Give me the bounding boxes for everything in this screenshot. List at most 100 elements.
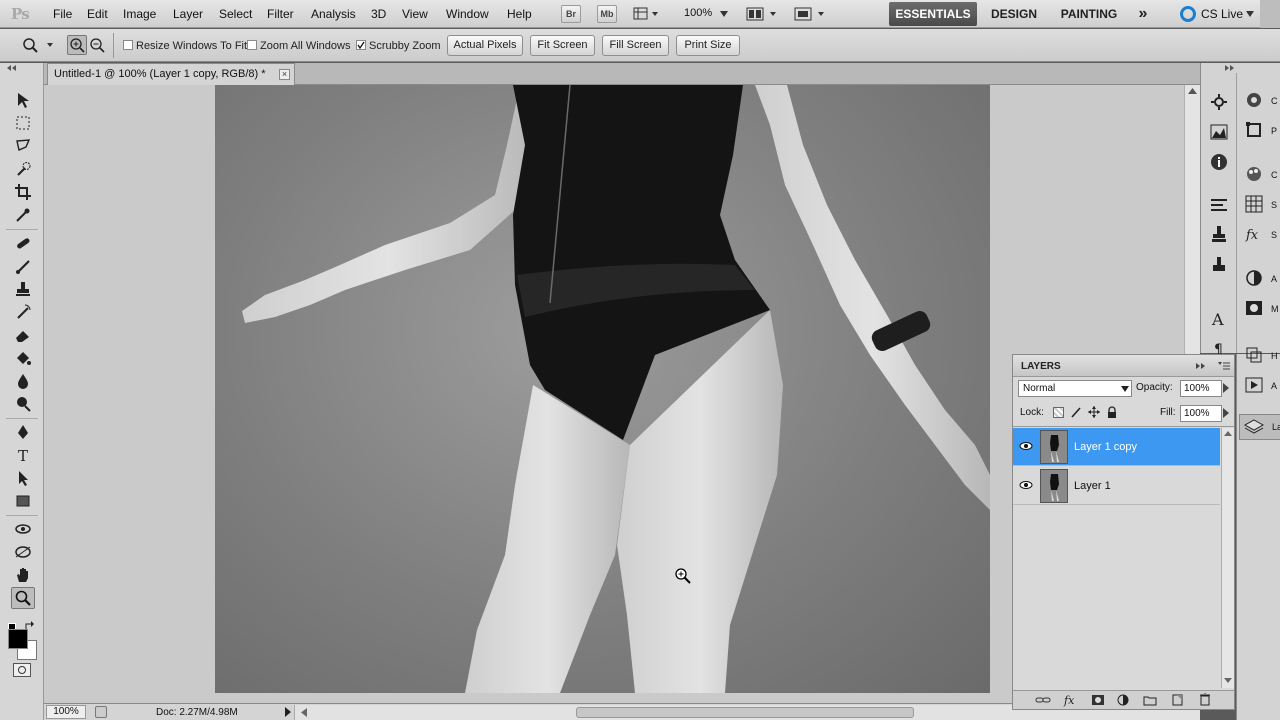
healing-brush-tool-icon[interactable] [11,232,35,254]
navigator-icon[interactable] [1245,121,1263,139]
layers-dock-button[interactable]: La [1239,414,1280,440]
bridge-button[interactable]: Br [561,5,581,23]
menu-file[interactable]: File [53,7,72,21]
adjustment-layer-icon[interactable] [1117,694,1129,706]
pen-tool-icon[interactable] [11,421,35,443]
clone-source-icon[interactable] [1210,225,1228,243]
workspace-painting-button[interactable]: PAINTING [1052,2,1126,26]
status-info-icon[interactable] [95,706,107,718]
document-tab[interactable]: Untitled-1 @ 100% (Layer 1 copy, RGB/8) … [47,63,295,85]
menu-3d[interactable]: 3D [371,7,386,21]
tool-presets-icon[interactable] [1210,255,1228,273]
styles-icon[interactable] [1245,195,1263,213]
fill-screen-button[interactable]: Fill Screen [602,35,669,56]
move-tool-icon[interactable] [11,89,35,111]
info-icon[interactable] [1210,153,1228,171]
lock-all-icon[interactable] [1107,406,1117,418]
zoom-tool-preset-icon[interactable] [20,36,56,54]
zoom-level-dropdown[interactable]: 100% [684,7,712,19]
layer-row-layer-1-copy[interactable]: Layer 1 copy [1013,428,1220,466]
lock-transparency-icon[interactable] [1053,407,1064,418]
new-group-icon[interactable] [1143,694,1157,706]
3d-rotate-tool-icon[interactable] [11,518,35,540]
resize-windows-checkbox[interactable] [123,40,133,50]
lasso-tool-icon[interactable] [11,135,35,157]
eye-icon[interactable] [1019,439,1033,453]
delete-layer-icon[interactable] [1199,693,1211,706]
lock-position-icon[interactable] [1088,406,1100,418]
brush-presets-icon[interactable] [1210,195,1228,213]
3d-orbit-tool-icon[interactable] [11,541,35,563]
path-selection-tool-icon[interactable] [11,467,35,489]
layers-scrollbar[interactable] [1221,428,1234,688]
fit-screen-button[interactable]: Fit Screen [530,35,595,56]
quick-selection-tool-icon[interactable] [11,158,35,180]
paint-bucket-tool-icon[interactable] [11,347,35,369]
menu-view[interactable]: View [402,7,428,21]
canvas-image[interactable] [215,85,990,693]
chevron-down-icon[interactable] [719,10,729,18]
cs-live-button[interactable]: CS Live [1201,7,1243,21]
print-size-button[interactable]: Print Size [676,35,740,56]
fill-arrow-icon[interactable] [1223,408,1229,418]
hand-tool-icon[interactable] [11,564,35,586]
menu-edit[interactable]: Edit [87,7,108,21]
eraser-tool-icon[interactable] [11,324,35,346]
brush-tool-icon[interactable] [11,255,35,277]
rectangle-tool-icon[interactable] [11,490,35,512]
zoom-all-windows-checkbox[interactable] [247,40,257,50]
histogram-icon[interactable] [1210,123,1228,141]
zoom-out-icon[interactable] [88,36,106,54]
eyedropper-tool-icon[interactable] [11,204,35,226]
status-menu-arrow-icon[interactable] [284,706,292,718]
link-layers-icon[interactable] [1035,695,1051,705]
view-extras-icon[interactable] [633,6,661,22]
layer-row-layer-1[interactable]: Layer 1 [1013,467,1220,505]
menu-layer[interactable]: Layer [173,7,203,21]
more-workspaces-button[interactable]: » [1130,2,1156,26]
blend-mode-dropdown[interactable]: Normal [1018,380,1132,397]
crop-tool-icon[interactable] [11,181,35,203]
masks-icon[interactable] [1245,299,1263,317]
zoom-in-icon[interactable] [67,35,87,55]
arrange-documents-icon[interactable] [746,6,780,22]
cs-live-chevron-icon[interactable] [1245,10,1255,18]
close-icon[interactable]: × [279,69,290,80]
type-tool-icon[interactable]: T [11,444,35,466]
fx-styles-icon[interactable]: fx [1245,225,1263,243]
history-icon[interactable] [1245,346,1263,364]
menu-filter[interactable]: Filter [267,7,294,21]
fill-input[interactable]: 100% [1180,405,1222,422]
scroll-up-icon[interactable] [1188,88,1197,94]
collapse-panel-icon[interactable] [6,65,20,71]
eye-icon[interactable] [1019,478,1033,492]
actual-pixels-button[interactable]: Actual Pixels [447,35,523,56]
clone-stamp-tool-icon[interactable] [11,278,35,300]
workspace-design-button[interactable]: DESIGN [983,2,1045,26]
scrubby-zoom-checkbox[interactable] [356,40,366,50]
zoom-tool-icon[interactable] [11,587,35,609]
new-layer-icon[interactable] [1171,694,1183,706]
layers-tab[interactable]: LAYERS [1021,361,1061,372]
add-mask-icon[interactable] [1091,694,1105,706]
menu-analysis[interactable]: Analysis [311,7,356,21]
scroll-left-icon[interactable] [301,708,307,717]
quick-mask-icon[interactable] [13,663,31,677]
status-zoom-field[interactable]: 100% [46,705,86,719]
foreground-color-swatch[interactable] [8,629,28,649]
horizontal-scroll-thumb[interactable] [576,707,914,718]
history-brush-tool-icon[interactable] [11,301,35,323]
menu-window[interactable]: Window [446,7,489,21]
opacity-input[interactable]: 100% [1180,380,1222,397]
menu-image[interactable]: Image [123,7,156,21]
collapse-panel-icon[interactable] [1196,363,1206,369]
adjustments-icon[interactable] [1245,269,1263,287]
opacity-arrow-icon[interactable] [1223,383,1229,393]
color-panel-icon[interactable] [1245,91,1263,109]
screen-mode-icon[interactable] [794,6,830,22]
marquee-tool-icon[interactable] [11,112,35,134]
panel-menu-icon[interactable] [1218,361,1230,371]
swatches-icon[interactable] [1245,165,1263,183]
settings-gear-icon[interactable] [1210,93,1228,111]
scroll-up-icon[interactable] [1224,431,1232,436]
